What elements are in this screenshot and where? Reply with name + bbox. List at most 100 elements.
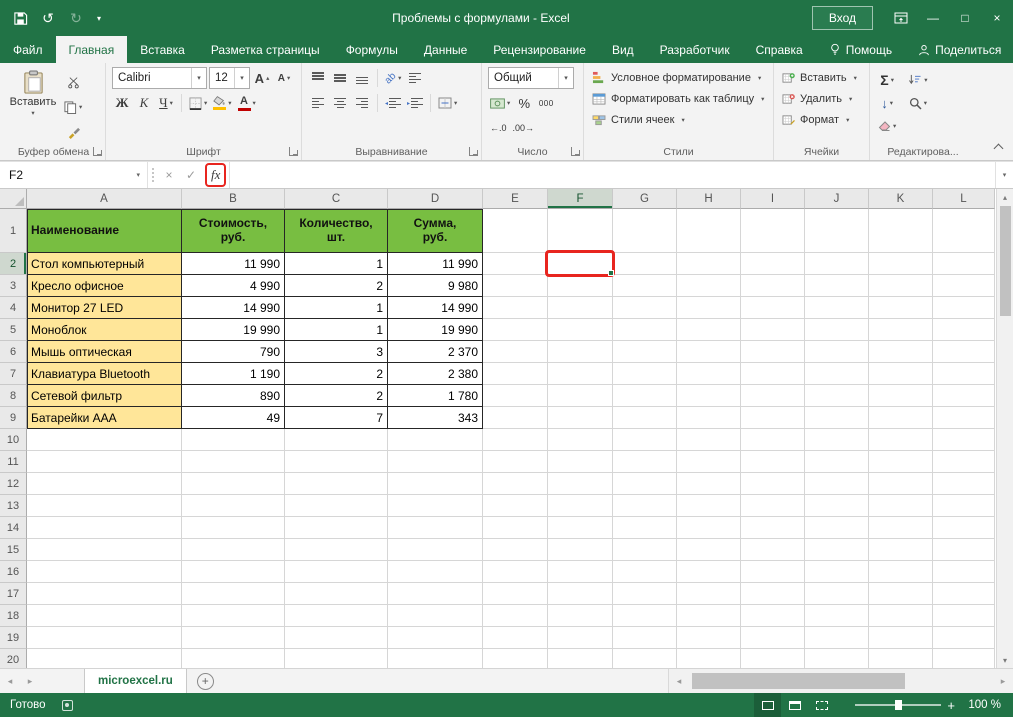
cell-H17[interactable] — [677, 583, 741, 605]
cell-E11[interactable] — [483, 451, 548, 473]
cell-K13[interactable] — [869, 495, 933, 517]
insert-cells-button[interactable]: Вставить ▾ — [780, 67, 859, 88]
cancel-button[interactable]: × — [158, 162, 180, 188]
cell-H14[interactable] — [677, 517, 741, 539]
cell-F3[interactable] — [548, 275, 613, 297]
cell-F18[interactable] — [548, 605, 613, 627]
cell-H9[interactable] — [677, 407, 741, 429]
cell-A1[interactable]: Наименование — [27, 209, 182, 253]
vertical-scrollbar[interactable]: ▴ ▾ — [996, 189, 1013, 668]
format-cells-button[interactable]: Формат ▾ — [780, 109, 859, 130]
row-header-15[interactable]: 15 — [0, 539, 27, 561]
cell-H11[interactable] — [677, 451, 741, 473]
cell-A10[interactable] — [27, 429, 182, 451]
comma-style-button[interactable]: 000 — [536, 92, 556, 114]
orientation-button[interactable]: ab▾ — [383, 67, 403, 89]
cell-A18[interactable] — [27, 605, 182, 627]
cell-I9[interactable] — [741, 407, 805, 429]
cell-D19[interactable] — [388, 627, 483, 649]
cell-L6[interactable] — [933, 341, 995, 363]
cell-A13[interactable] — [27, 495, 182, 517]
row-header-13[interactable]: 13 — [0, 495, 27, 517]
cell-B6[interactable]: 790 — [182, 341, 285, 363]
horizontal-scroll-thumb[interactable] — [692, 673, 905, 689]
row-header-5[interactable]: 5 — [0, 319, 27, 341]
cell-H19[interactable] — [677, 627, 741, 649]
cell-C12[interactable] — [285, 473, 388, 495]
cell-H6[interactable] — [677, 341, 741, 363]
cell-J7[interactable] — [805, 363, 869, 385]
cell-D8[interactable]: 1 780 — [388, 385, 483, 407]
cell-H4[interactable] — [677, 297, 741, 319]
cell-J8[interactable] — [805, 385, 869, 407]
cell-G9[interactable] — [613, 407, 677, 429]
formula-bar-drag-handle[interactable] — [152, 168, 154, 182]
cell-D16[interactable] — [388, 561, 483, 583]
cell-G7[interactable] — [613, 363, 677, 385]
cell-E1[interactable] — [483, 209, 548, 253]
font-name-select[interactable]: Calibri ▾ — [112, 67, 207, 89]
cell-E16[interactable] — [483, 561, 548, 583]
cell-G8[interactable] — [613, 385, 677, 407]
cell-E12[interactable] — [483, 473, 548, 495]
cell-K9[interactable] — [869, 407, 933, 429]
column-header-F[interactable]: F — [548, 189, 613, 209]
cell-E14[interactable] — [483, 517, 548, 539]
cell-D17[interactable] — [388, 583, 483, 605]
cell-L18[interactable] — [933, 605, 995, 627]
collapse-ribbon-button[interactable] — [991, 140, 1005, 152]
cell-A14[interactable] — [27, 517, 182, 539]
tab-developer[interactable]: Разработчик — [647, 36, 743, 63]
horizontal-scrollbar[interactable]: ◂ ▸ — [668, 669, 1013, 693]
cell-F9[interactable] — [548, 407, 613, 429]
cell-I13[interactable] — [741, 495, 805, 517]
cell-I20[interactable] — [741, 649, 805, 668]
cell-G14[interactable] — [613, 517, 677, 539]
cell-A19[interactable] — [27, 627, 182, 649]
cell-L14[interactable] — [933, 517, 995, 539]
font-size-select[interactable]: 12 ▾ — [209, 67, 250, 89]
cell-G18[interactable] — [613, 605, 677, 627]
cell-F7[interactable] — [548, 363, 613, 385]
cell-I1[interactable] — [741, 209, 805, 253]
cell-E7[interactable] — [483, 363, 548, 385]
name-box[interactable]: F2 ▾ — [0, 162, 148, 188]
cut-button[interactable] — [62, 71, 84, 93]
cell-B13[interactable] — [182, 495, 285, 517]
cell-E4[interactable] — [483, 297, 548, 319]
cell-B4[interactable]: 14 990 — [182, 297, 285, 319]
cell-B7[interactable]: 1 190 — [182, 363, 285, 385]
cell-A12[interactable] — [27, 473, 182, 495]
cell-C6[interactable]: 3 — [285, 341, 388, 363]
cell-B5[interactable]: 19 990 — [182, 319, 285, 341]
close-button[interactable]: × — [981, 0, 1013, 36]
row-header-8[interactable]: 8 — [0, 385, 27, 407]
cell-G13[interactable] — [613, 495, 677, 517]
cell-F4[interactable] — [548, 297, 613, 319]
cell-J12[interactable] — [805, 473, 869, 495]
scroll-left-icon[interactable]: ◂ — [669, 669, 689, 693]
paste-button[interactable]: Вставить ▾ — [8, 67, 58, 143]
cell-J11[interactable] — [805, 451, 869, 473]
row-header-19[interactable]: 19 — [0, 627, 27, 649]
cell-I16[interactable] — [741, 561, 805, 583]
cell-J20[interactable] — [805, 649, 869, 668]
row-header-18[interactable]: 18 — [0, 605, 27, 627]
cell-H2[interactable] — [677, 253, 741, 275]
row-header-3[interactable]: 3 — [0, 275, 27, 297]
fill-color-button[interactable]: ▾ — [211, 92, 233, 114]
cell-K14[interactable] — [869, 517, 933, 539]
underline-button[interactable]: Ч▾ — [156, 92, 176, 114]
align-middle-button[interactable] — [330, 67, 350, 89]
cell-K4[interactable] — [869, 297, 933, 319]
tab-review[interactable]: Рецензирование — [480, 36, 599, 63]
cell-C4[interactable]: 1 — [285, 297, 388, 319]
ribbon-display-options-button[interactable] — [885, 0, 917, 36]
cell-D14[interactable] — [388, 517, 483, 539]
cell-G1[interactable] — [613, 209, 677, 253]
column-header-I[interactable]: I — [741, 189, 805, 209]
cell-E8[interactable] — [483, 385, 548, 407]
cell-E18[interactable] — [483, 605, 548, 627]
vertical-scroll-thumb[interactable] — [1000, 206, 1011, 316]
cell-C7[interactable]: 2 — [285, 363, 388, 385]
